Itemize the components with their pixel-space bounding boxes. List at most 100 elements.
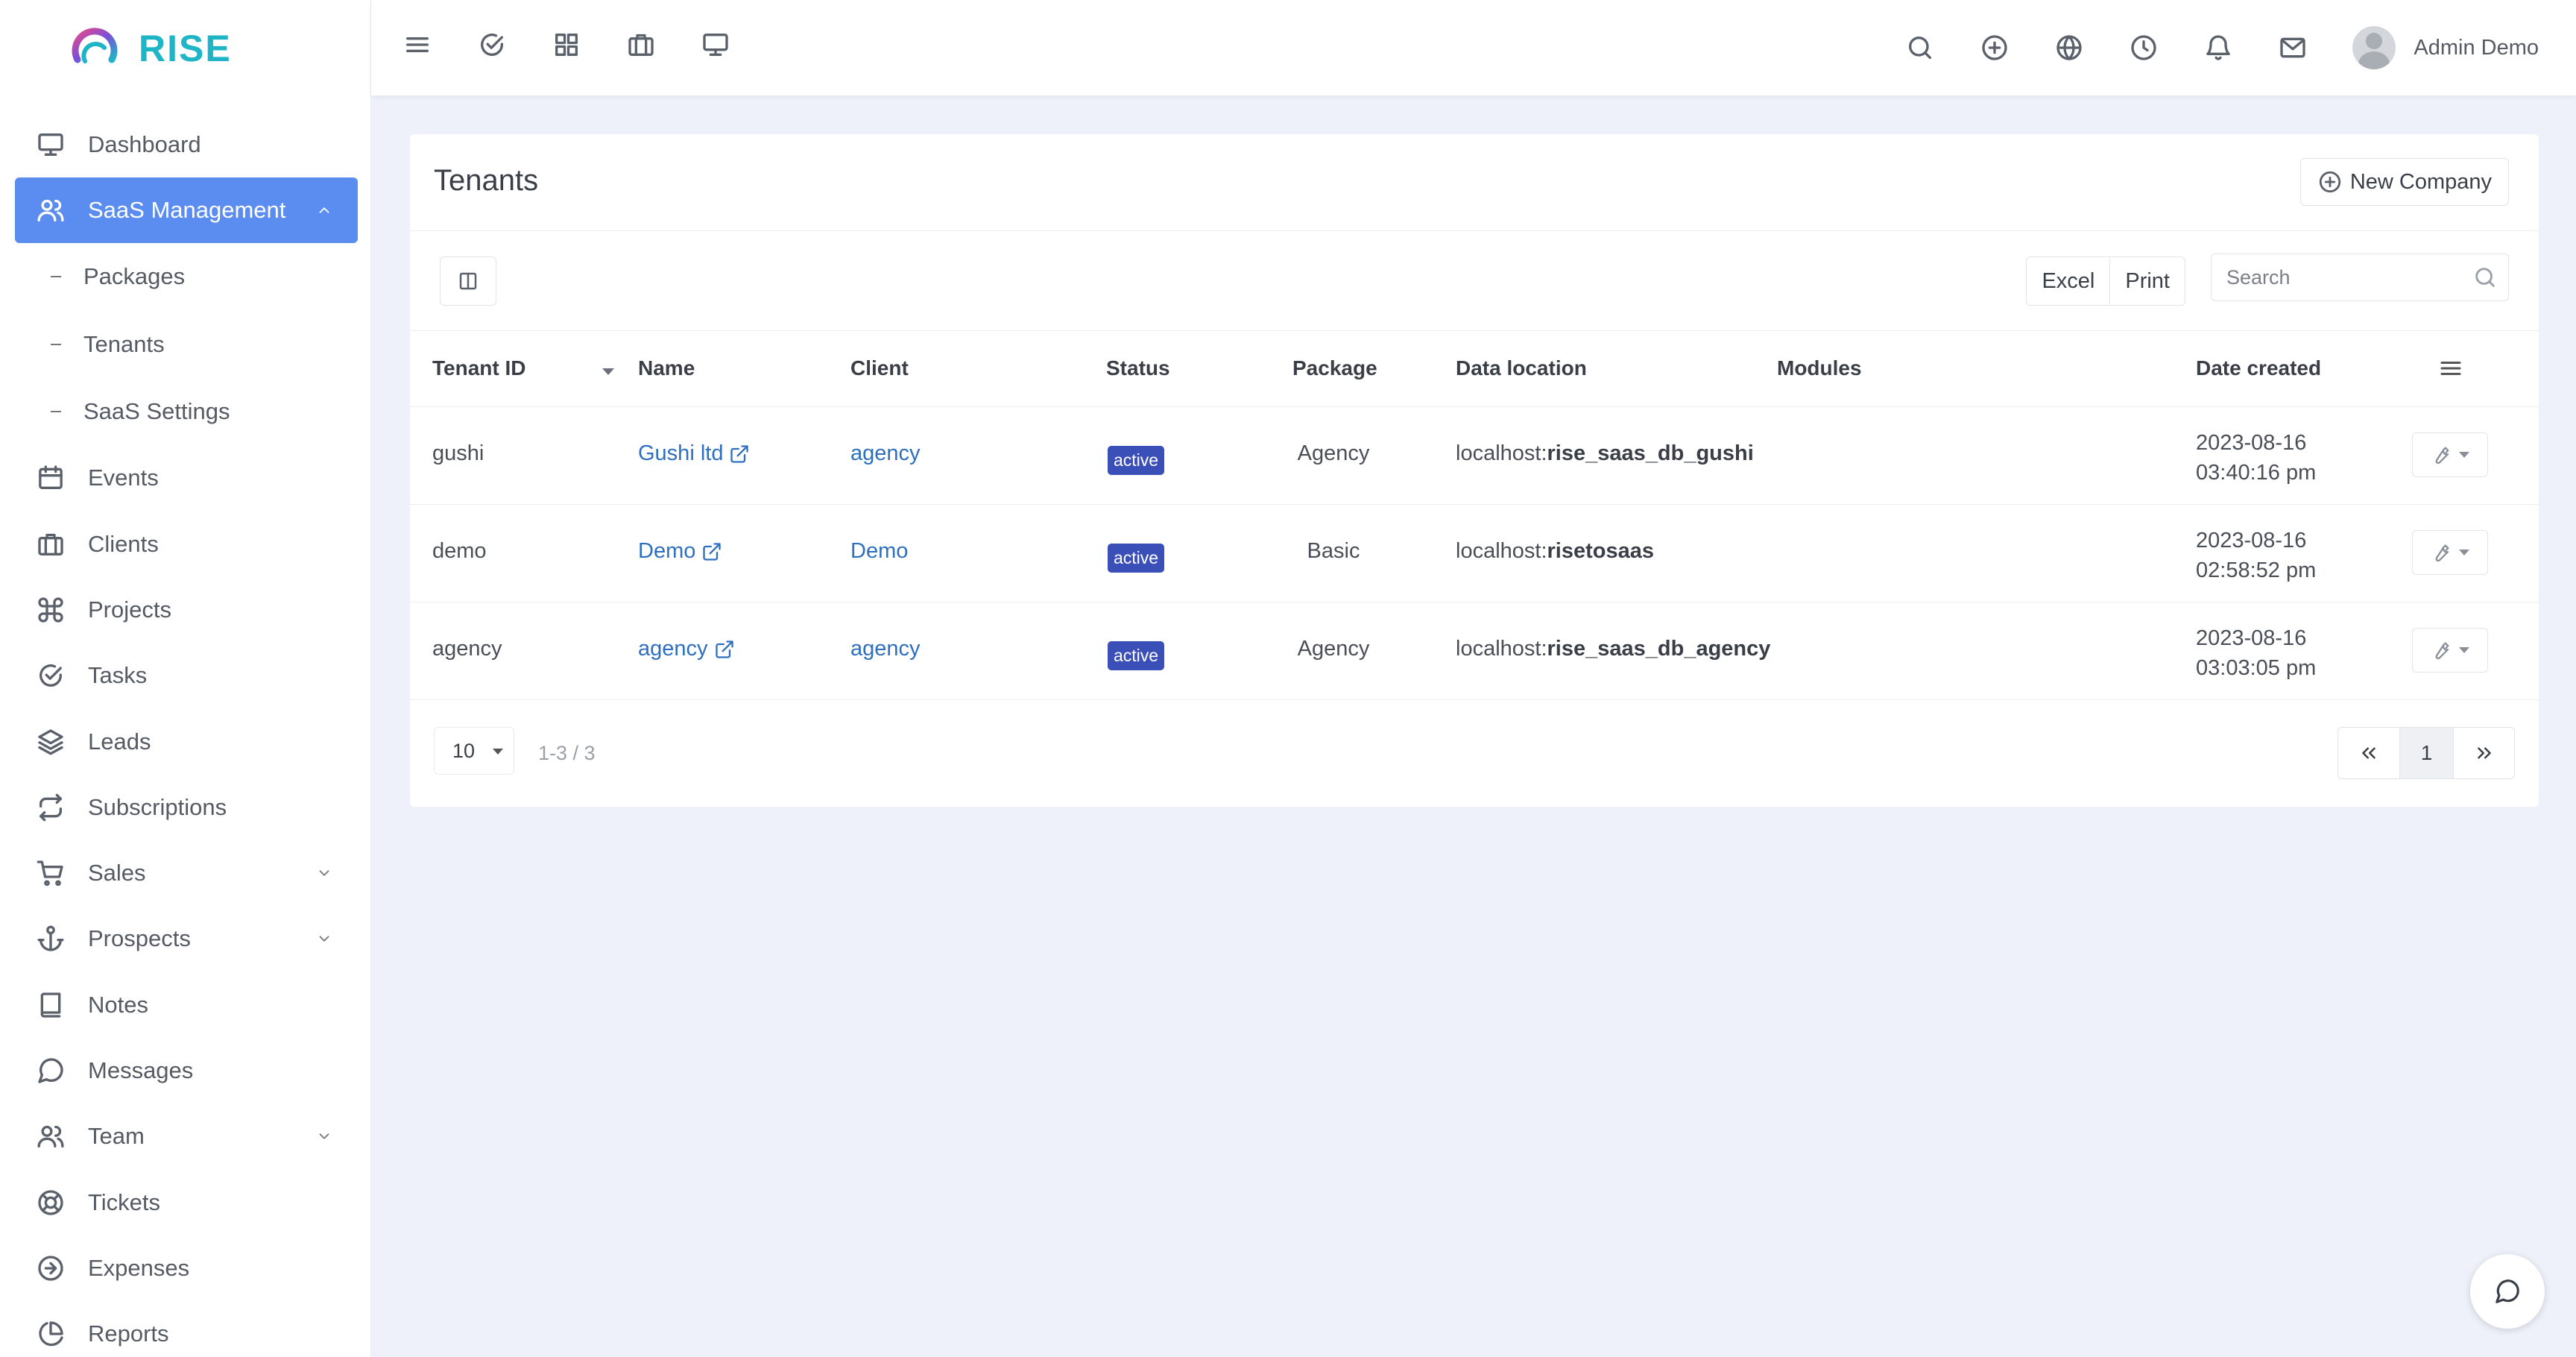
search-icon[interactable]: [1905, 33, 1935, 63]
print-button[interactable]: Print: [2109, 257, 2185, 305]
sidebar-item-tasks[interactable]: Tasks: [15, 643, 358, 708]
wrench-icon: [2435, 447, 2449, 465]
tenant-name[interactable]: agency: [638, 637, 708, 661]
chat-button[interactable]: [2470, 1254, 2545, 1329]
page-size-select[interactable]: 10: [434, 727, 514, 775]
sidebar-item-messages[interactable]: Messages: [15, 1038, 358, 1103]
menu-icon[interactable]: [402, 30, 432, 60]
plus-circle-icon[interactable]: [1980, 33, 2010, 63]
sidebar-item-tickets[interactable]: Tickets: [15, 1169, 358, 1235]
previous-page-button[interactable]: [2338, 728, 2399, 778]
loc-db: rise_saas_db_gushi: [1547, 441, 1754, 465]
search-input[interactable]: [2212, 254, 2450, 300]
sidebar-subitem-packages[interactable]: Packages: [15, 243, 358, 310]
sidebar-item-prospects[interactable]: Prospects: [15, 906, 358, 972]
sidebar-item-saas-management[interactable]: SaaS Management: [15, 177, 358, 244]
search-icon[interactable]: [2472, 265, 2498, 290]
page-button-current[interactable]: 1: [2399, 728, 2453, 778]
loc-host: localhost:: [1456, 441, 1547, 465]
dash-icon: [51, 411, 61, 413]
sidebar-item-leads[interactable]: Leads: [15, 708, 358, 774]
cell-name-link[interactable]: agency: [638, 637, 735, 661]
sort-desc-icon[interactable]: [602, 368, 614, 375]
loc-host: localhost:: [1456, 539, 1547, 563]
row-actions-button[interactable]: [2412, 432, 2488, 477]
tenant-name[interactable]: Demo: [638, 539, 695, 564]
col-status[interactable]: Status: [1106, 356, 1170, 380]
table-row: agency agency agency active Agency local…: [410, 602, 2539, 700]
sidebar-item-label: Dashboard: [88, 131, 201, 158]
sidebar-subitem-tenants[interactable]: Tenants: [15, 311, 358, 378]
message-circle-icon: [2496, 1279, 2519, 1303]
time-value: 03:40:16 pm: [2196, 461, 2317, 485]
sidebar-item-events[interactable]: Events: [15, 445, 358, 511]
col-date-created[interactable]: Date created: [2196, 356, 2321, 380]
cell-data-location: localhost:risetosaas: [1456, 539, 1654, 564]
sidebar-subitem-saas-settings[interactable]: SaaS Settings: [15, 378, 358, 445]
caret-down-icon: [2459, 647, 2469, 653]
status-badge: active: [1108, 641, 1165, 670]
sidebar-item-notes[interactable]: Notes: [15, 972, 358, 1038]
monitor-icon[interactable]: [701, 30, 730, 60]
col-package[interactable]: Package: [1292, 356, 1377, 380]
range-info: 1-3 / 3: [538, 742, 596, 764]
external-link-icon[interactable]: [729, 444, 750, 465]
col-data-location[interactable]: Data location: [1456, 356, 1587, 380]
next-page-button[interactable]: [2453, 728, 2514, 778]
loc-db: risetosaas: [1547, 539, 1655, 563]
status-badge: active: [1108, 544, 1165, 573]
table-row: demo Demo Demo active Basic localhost:ri…: [410, 505, 2539, 602]
mail-icon[interactable]: [2278, 33, 2308, 63]
card-header: Tenants New Company: [410, 134, 2539, 231]
sidebar-item-sales[interactable]: Sales: [15, 840, 358, 906]
excel-button[interactable]: Excel: [2027, 257, 2109, 305]
cell-package: Basic: [1307, 539, 1360, 563]
chevron-down-icon: [319, 870, 329, 876]
sidebar-item-label: Tickets: [88, 1188, 161, 1215]
check-circle-icon: [40, 664, 63, 687]
external-link-icon[interactable]: [701, 541, 722, 562]
menu-icon[interactable]: [2437, 355, 2464, 382]
cell-date-created: 2023-08-16 02:58:52 pm: [2196, 526, 2316, 585]
table-footer: 10 1-3 / 3 1: [410, 700, 2539, 805]
avatar-body: [2358, 51, 2390, 69]
brand-logo[interactable]: RISE: [69, 22, 232, 75]
cell-date-created: 2023-08-16 03:40:16 pm: [2196, 428, 2316, 488]
column-toggle-button[interactable]: [440, 256, 496, 306]
sidebar-item-subscriptions[interactable]: Subscriptions: [15, 775, 358, 840]
briefcase-icon[interactable]: [626, 30, 656, 60]
check-circle-icon[interactable]: [477, 30, 507, 60]
row-actions-button[interactable]: [2412, 628, 2488, 673]
cell-client-link[interactable]: agency: [850, 441, 921, 466]
avatar[interactable]: [2352, 26, 2396, 69]
cell-name-link[interactable]: Gushi ltd: [638, 441, 750, 466]
col-name[interactable]: Name: [638, 356, 695, 380]
bell-icon[interactable]: [2203, 33, 2233, 63]
wrench-icon: [2435, 544, 2449, 562]
cell-package: Agency: [1297, 441, 1370, 465]
sidebar-item-projects[interactable]: Projects: [15, 577, 358, 643]
cell-client-link[interactable]: Demo: [850, 539, 908, 564]
sidebar-item-reports[interactable]: Reports: [15, 1301, 358, 1357]
cell-name-link[interactable]: Demo: [638, 539, 722, 564]
sidebar-item-team[interactable]: Team: [15, 1103, 358, 1169]
external-link-icon[interactable]: [714, 639, 735, 660]
globe-icon[interactable]: [2054, 33, 2084, 63]
user-name[interactable]: Admin Demo: [2414, 36, 2539, 60]
arrow-right-circle-icon: [38, 1256, 63, 1281]
wrench-icon: [2435, 642, 2449, 660]
command-icon: [38, 597, 63, 623]
sidebar-item-label: Team: [88, 1123, 145, 1150]
row-actions-button[interactable]: [2412, 530, 2488, 575]
sidebar-item-clients[interactable]: Clients: [15, 511, 358, 576]
new-company-button[interactable]: New Company: [2299, 158, 2509, 206]
sidebar-item-expenses[interactable]: Expenses: [15, 1235, 358, 1301]
grid-icon[interactable]: [552, 30, 581, 60]
clock-icon[interactable]: [2129, 33, 2159, 63]
col-client[interactable]: Client: [850, 356, 909, 380]
tenant-name[interactable]: Gushi ltd: [638, 441, 723, 466]
cell-client-link[interactable]: agency: [850, 637, 921, 661]
sidebar-item-dashboard[interactable]: Dashboard: [15, 112, 358, 177]
col-tenant-id[interactable]: Tenant ID: [432, 356, 525, 380]
col-modules[interactable]: Modules: [1777, 356, 1862, 380]
